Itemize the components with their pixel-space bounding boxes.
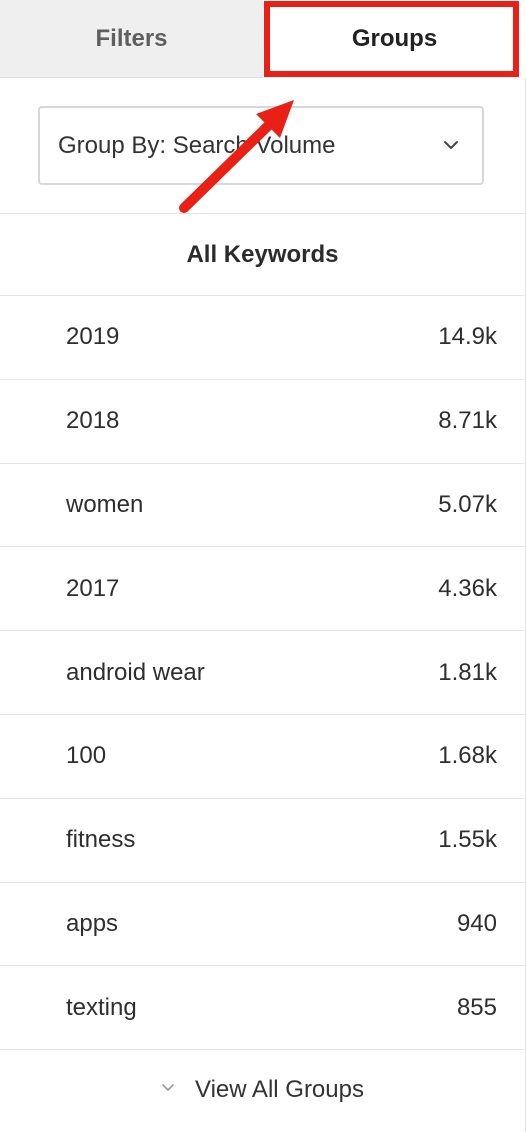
group-row[interactable]: apps 940: [0, 883, 525, 967]
group-volume: 4.36k: [438, 574, 497, 602]
tab-bar: Filters Groups: [0, 0, 526, 78]
chevron-down-icon: [162, 1084, 174, 1091]
tab-filters-label: Filters: [95, 24, 168, 52]
group-name: fitness: [66, 826, 136, 854]
all-keywords-label: All Keywords: [186, 240, 339, 268]
group-volume: 1.81k: [438, 658, 497, 686]
group-name: android wear: [66, 658, 205, 686]
group-row[interactable]: android wear 1.81k: [0, 631, 525, 715]
group-name: texting: [66, 993, 137, 1021]
chevron-down-icon: [444, 141, 458, 149]
group-volume: 855: [456, 993, 497, 1021]
group-list: 2019 14.9k 2018 8.71k women 5.07k 2017 4…: [0, 296, 525, 1051]
tab-filters[interactable]: Filters: [0, 0, 263, 78]
group-row[interactable]: 2017 4.36k: [0, 547, 525, 632]
group-volume: 8.71k: [438, 407, 497, 435]
group-row[interactable]: 2018 8.71k: [0, 380, 525, 464]
group-name: 2017: [66, 574, 120, 602]
group-name: 2019: [66, 323, 120, 351]
group-row[interactable]: texting 855: [0, 966, 525, 1051]
tab-groups-label: Groups: [351, 25, 438, 52]
group-by-value: Group By: Search Volume: [58, 131, 336, 159]
group-name: apps: [66, 909, 119, 937]
group-row[interactable]: 100 1.68k: [0, 715, 525, 799]
all-keywords-header[interactable]: All Keywords: [0, 213, 525, 296]
view-all-groups-label: View All Groups: [195, 1076, 364, 1103]
tab-groups[interactable]: Groups: [263, 0, 526, 78]
group-volume: 14.9k: [438, 323, 497, 351]
groups-panel: Filters Groups Group By: Search Volume A…: [0, 0, 526, 1132]
group-row[interactable]: 2019 14.9k: [0, 296, 525, 380]
group-volume: 1.55k: [438, 826, 497, 854]
group-name: 100: [66, 742, 107, 770]
group-volume: 940: [456, 909, 497, 937]
group-name: 2018: [66, 407, 120, 435]
group-volume: 5.07k: [438, 490, 497, 518]
group-row[interactable]: women 5.07k: [0, 464, 525, 548]
group-name: women: [66, 490, 144, 518]
group-by-select[interactable]: Group By: Search Volume: [38, 106, 484, 185]
view-all-groups-button[interactable]: View All Groups: [0, 1050, 525, 1130]
group-row[interactable]: fitness 1.55k: [0, 799, 525, 883]
group-volume: 1.68k: [438, 742, 497, 770]
